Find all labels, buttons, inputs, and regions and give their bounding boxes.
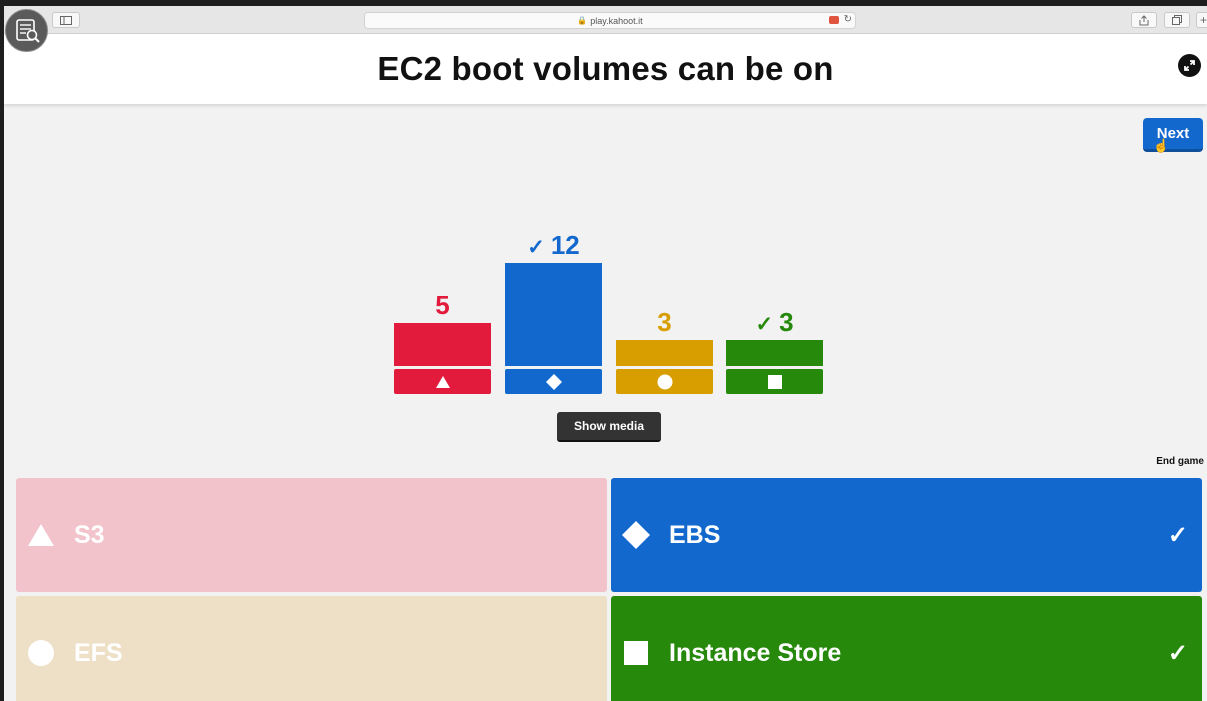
bar-count-value: 3 [779,307,794,337]
bar-foot-square [726,369,823,394]
bar-count-circle: 3 [616,307,713,338]
circle-icon [657,374,672,389]
bar-count-value: 12 [550,230,580,260]
sidebar-toggle-button[interactable] [52,12,80,28]
answer-tile-triangle[interactable]: S3 [16,478,607,592]
circle-icon [26,638,56,668]
share-button[interactable] [1131,12,1157,28]
bar-fill-diamond [505,263,602,366]
bar-fill-triangle [394,323,491,366]
sidebar-icon [60,15,72,25]
share-icon [1139,14,1149,25]
square-icon [621,638,651,668]
diamond-icon [621,520,651,550]
result-bar-circle: 3 [616,236,713,396]
square-icon [767,374,782,389]
diamond-icon [545,373,562,390]
answer-tile-diamond[interactable]: EBS ✓ [611,478,1202,592]
browser-toolbar: 🔒 play.kahoot.it ↻ + [4,6,1207,34]
fullscreen-button[interactable] [1178,54,1201,77]
answer-label: S3 [74,520,105,549]
screen-reader-icon[interactable] [5,9,48,52]
answer-label: EBS [669,520,721,549]
bar-count-value: 5 [435,290,450,320]
question-title: EC2 boot volumes can be on [377,50,834,87]
lock-icon: 🔒 [577,16,588,25]
tabs-overview-button[interactable] [1164,12,1190,28]
result-bar-square: ✓ 3 [726,236,823,396]
bar-count-diamond: ✓ 12 [505,230,602,261]
bar-foot-circle [616,369,713,394]
next-button[interactable]: Next [1143,118,1203,152]
browser-window: 🔒 play.kahoot.it ↻ + EC2 boot volumes ca… [4,6,1207,701]
bar-count-square: ✓ 3 [726,307,823,338]
answer-label: EFS [74,638,123,667]
correct-check-icon: ✓ [1167,640,1188,667]
url-text: play.kahoot.it [590,15,643,26]
triangle-icon [26,520,56,550]
address-bar[interactable]: 🔒 play.kahoot.it ↻ [364,12,856,29]
tabs-icon [1172,15,1182,25]
bar-foot-diamond [505,369,602,394]
answer-tile-square[interactable]: Instance Store ✓ [611,596,1202,701]
bar-count-triangle: 5 [394,290,491,321]
triangle-icon [435,375,450,388]
answer-tile-circle[interactable]: EFS [16,596,607,701]
fullscreen-icon [1184,60,1195,71]
question-header: EC2 boot volumes can be on [4,34,1207,104]
check-icon: ✓ [527,236,545,259]
answer-label: Instance Store [669,638,842,667]
bar-foot-triangle [394,369,491,394]
new-tab-button[interactable]: + [1196,12,1207,28]
result-bar-diamond: ✓ 12 [505,230,602,396]
correct-check-icon: ✓ [1167,522,1188,549]
reload-icon[interactable]: ↻ [844,14,852,25]
bar-fill-square [726,340,823,366]
plus-icon: + [1199,13,1207,27]
extension-icon[interactable] [829,16,839,24]
bar-fill-circle [616,340,713,366]
end-game-link[interactable]: End game [1134,456,1204,467]
bar-count-value: 3 [657,307,672,337]
result-bar-triangle: 5 [394,236,491,396]
show-media-button[interactable]: Show media [557,412,661,442]
check-icon: ✓ [755,313,774,336]
hand-cursor-icon: ☝ [1153,138,1170,153]
